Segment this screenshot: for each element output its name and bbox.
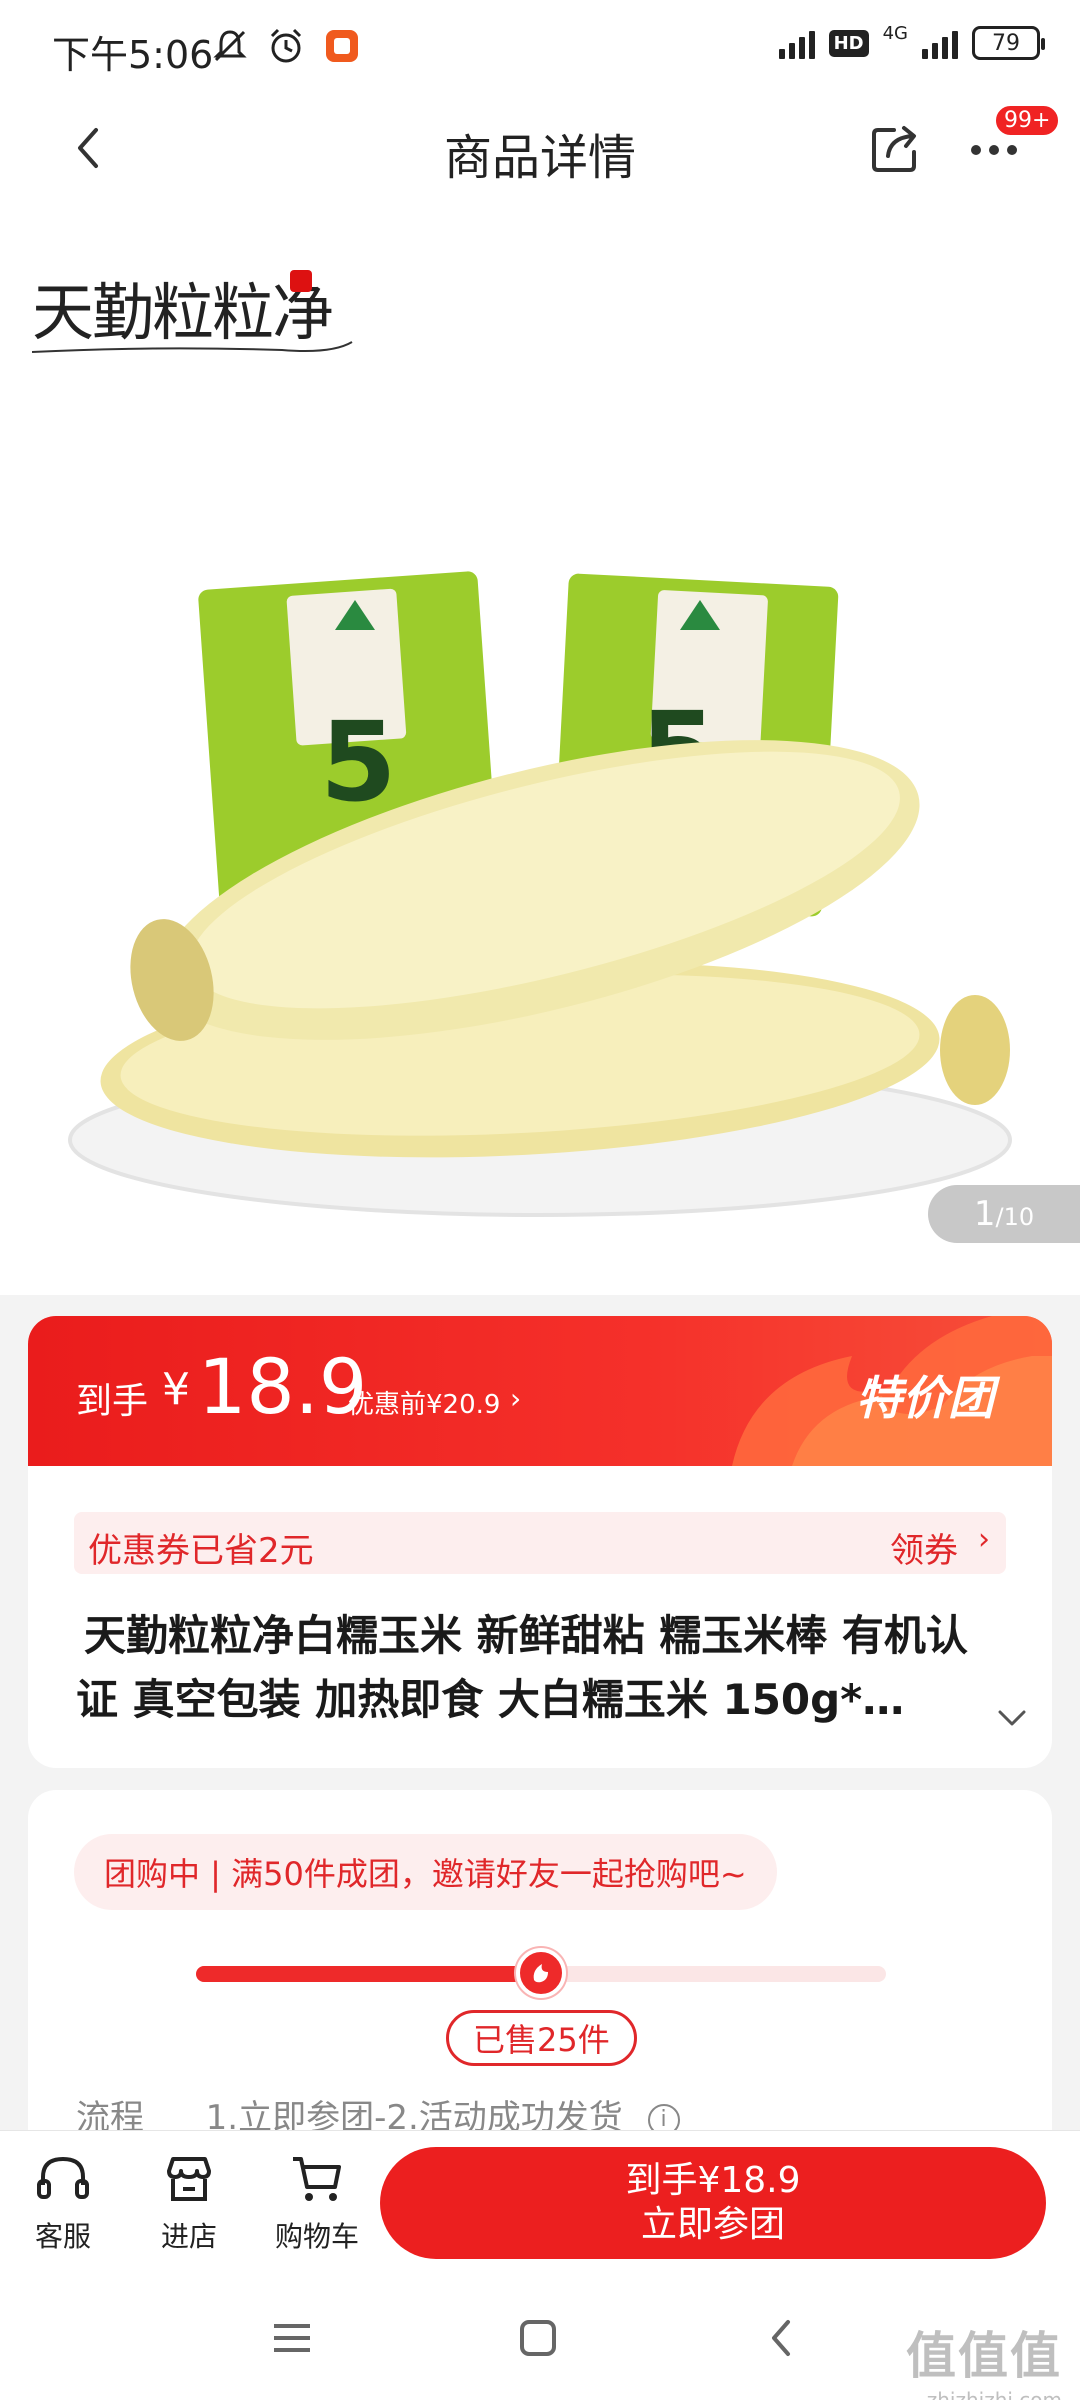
network-type: 4G [882,22,908,44]
status-time: 下午5:06 [52,33,214,77]
signal-icon [778,27,815,59]
group-progress-track [196,1948,886,1998]
battery-icon: 79 [972,26,1045,60]
bottom-action-bar: 客服 进店 购物车 到手¥18.9 立即参团 [0,2130,1080,2270]
price-banner[interactable]: 到手 ¥ 18.9 优惠前¥20.9 › 特价团 [28,1316,1052,1466]
price-label: 到手 [76,1381,149,1422]
cart-tab[interactable]: 购物车 [262,2149,372,2255]
hd-badge: HD [828,29,869,57]
status-bar: 下午5:06 HD 4G 79 [0,0,1080,96]
coupon-saved-text: 优惠券已省2元 [88,1531,314,1571]
process-steps: 1.立即参团-2.活动成功发货 [205,2098,623,2130]
customer-service-label: 客服 [34,2220,91,2253]
app-notification-icon [326,30,358,62]
chevron-right-icon: › [510,1382,522,1415]
store-tab[interactable]: 进店 [134,2149,244,2255]
brand-seal [290,270,312,292]
message-count-badge: 99+ [994,104,1061,137]
price-currency: ¥ [162,1364,190,1415]
chevron-right-icon: › [978,1522,990,1557]
store-icon [167,2157,211,2201]
flame-knob-icon [516,1948,566,1998]
store-label: 进店 [160,2220,217,2253]
process-label: 流程 [76,2098,144,2130]
watermark-sub: zhizhizhi.com [926,2388,1062,2400]
get-coupon-link[interactable]: 领券 [890,1523,958,1572]
share-icon[interactable] [866,118,926,178]
process-row: 流程 1.立即参团-2.活动成功发货 i [76,2090,680,2130]
cart-icon [293,2157,341,2201]
image-counter-current: 1 [973,1194,996,1234]
mute-bell-icon [213,30,247,62]
info-icon[interactable]: i [647,2103,680,2130]
price-card: 到手 ¥ 18.9 优惠前¥20.9 › 特价团 优惠券已省2元 领券 › 天勤… [28,1316,1052,1768]
group-status-pill: 团购中 | 满50件成团，邀请好友一起抢购吧~ [74,1834,777,1910]
group-progress-fill [196,1966,541,1982]
special-price-group-badge: 特价团 [856,1371,994,1425]
price-value: 18.9 [198,1342,368,1431]
headset-icon [37,2156,89,2199]
watermark-main: 值值值 [906,2327,1062,2385]
battery-level: 79 [992,30,1020,56]
cart-label: 购物车 [274,2220,359,2253]
coupon-strip[interactable]: 优惠券已省2元 领券 › [74,1512,1006,1574]
group-buy-card: 团购中 | 满50件成团，邀请好友一起抢购吧~ 已售25件 流程 1.立即参团-… [28,1790,1052,2130]
back-nav-icon[interactable] [752,2308,812,2368]
sold-count-tag: 已售25件 [446,2010,637,2066]
product-title: 天勤粒粒净白糯玉米 新鲜甜粘 糯玉米棒 有机认证 真空包装 加热即食 大白糯玉米… [76,1611,968,1724]
status-right: HD 4G 79 [778,22,1045,60]
customer-service-tab[interactable]: 客服 [8,2149,118,2255]
watermark: 值值值 zhizhizhi.com [906,2316,1062,2400]
join-button-label: 立即参团 [640,2204,785,2245]
signal-icon-2 [922,27,958,59]
join-group-button[interactable]: 到手¥18.9 立即参团 [380,2147,1046,2259]
home-icon[interactable] [508,2308,568,2368]
status-notification-icons [210,26,362,66]
product-image-gallery[interactable]: 天勤粒粒净 5 5 [0,200,1080,1295]
system-nav-bar: 值值值 zhizhizhi.com [0,2270,1080,2400]
original-price: 优惠前¥20.9 [348,1390,501,1420]
chevron-down-icon[interactable] [988,1694,1036,1742]
image-counter-total: /10 [995,1203,1035,1231]
image-counter: 1 /10 [928,1185,1080,1243]
join-button-price: 到手¥18.9 [625,2160,801,2201]
svg-text:5: 5 [320,698,397,826]
top-nav: 商品详情 99+ [0,96,1080,200]
group-status-text: 团购中 | 满50件成团，邀请好友一起抢购吧~ [104,1855,747,1893]
menu-icon[interactable] [262,2308,322,2368]
alarm-icon [270,28,302,63]
product-photo: 5 5 [68,571,1012,1217]
